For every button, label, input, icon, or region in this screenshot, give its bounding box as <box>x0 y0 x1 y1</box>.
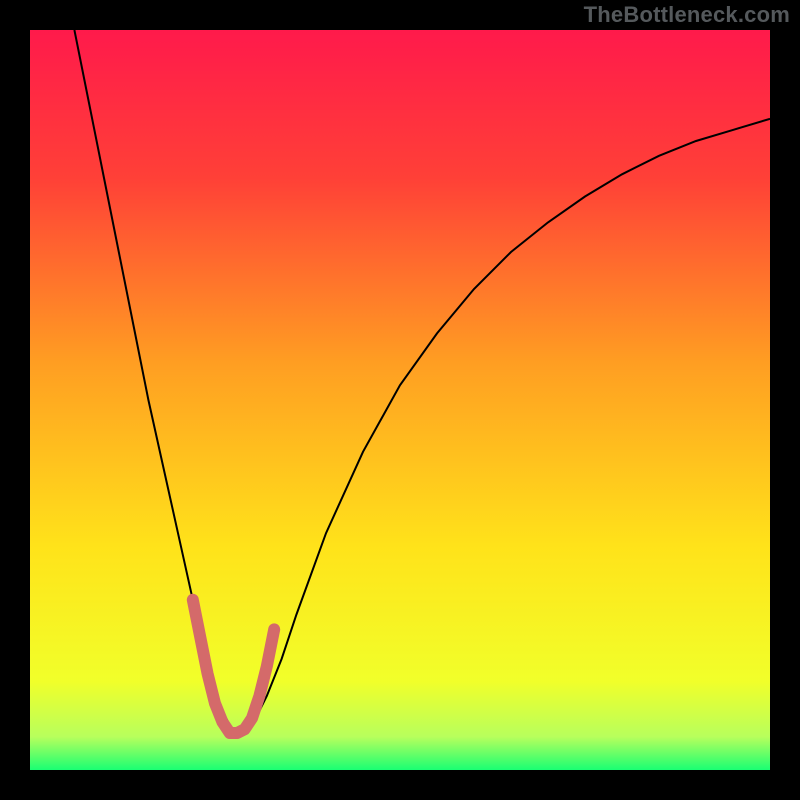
watermark-text: TheBottleneck.com <box>584 2 790 28</box>
plot-background <box>30 30 770 770</box>
bottleneck-chart <box>30 30 770 770</box>
chart-frame: TheBottleneck.com <box>0 0 800 800</box>
